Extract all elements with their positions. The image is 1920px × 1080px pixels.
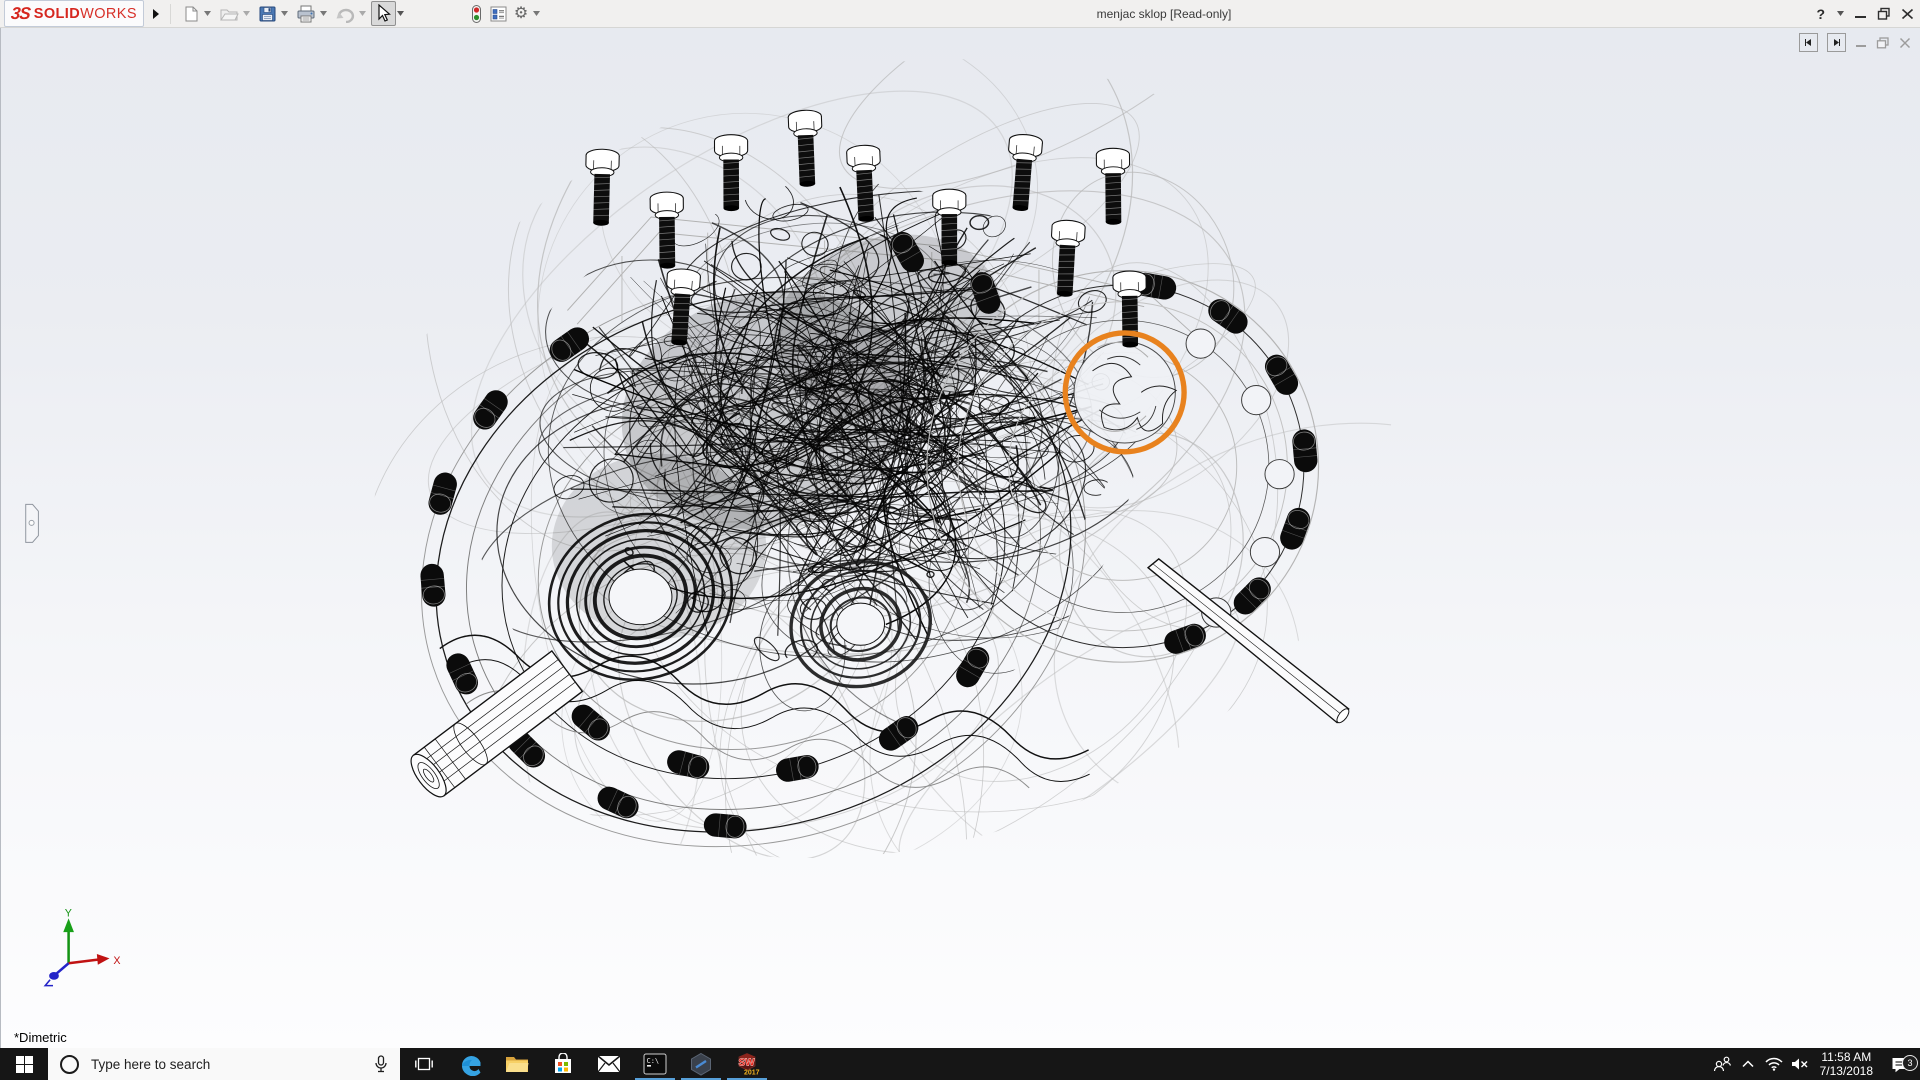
action-center-button[interactable]: 3 — [1880, 1056, 1920, 1073]
microphone-icon[interactable] — [374, 1055, 388, 1073]
left-triangle-icon — [1804, 38, 1813, 47]
taskbar-clock[interactable]: 11:58 AM 7/13/2018 — [1813, 1050, 1880, 1078]
caret-down-icon — [320, 11, 327, 16]
select-tool-button[interactable] — [371, 1, 396, 26]
doc-restore-button[interactable] — [1876, 37, 1890, 49]
undo-arrow-icon — [335, 5, 355, 23]
cad-model-wireframe: Y X — [1, 27, 1920, 1048]
svg-text:SW: SW — [739, 1058, 756, 1069]
caret-down-icon — [359, 11, 366, 16]
clock-date: 7/13/2018 — [1820, 1064, 1873, 1078]
caret-down-icon — [243, 11, 250, 16]
new-document-caret[interactable] — [203, 2, 213, 25]
volume-muted-icon[interactable] — [1787, 1057, 1813, 1071]
file-explorer-icon — [505, 1054, 529, 1074]
taskbar-search[interactable] — [48, 1048, 400, 1080]
task-view-button[interactable] — [400, 1048, 448, 1080]
start-button[interactable] — [0, 1048, 48, 1080]
settings-caret[interactable] — [531, 2, 541, 25]
orientation-triad: Y X — [45, 907, 120, 985]
open-button[interactable] — [216, 2, 242, 25]
right-triangle-icon — [1832, 38, 1841, 47]
doc-close-button[interactable] — [1899, 37, 1911, 49]
save-button[interactable] — [255, 2, 280, 25]
windows-logo-icon — [16, 1056, 33, 1073]
graphics-viewport[interactable]: Y X *Dimetric — [0, 27, 1920, 1048]
windows-taskbar: C:\ SW 2017 — [0, 1048, 1920, 1080]
taskbar-app-hexagon[interactable] — [678, 1048, 724, 1080]
minimize-button[interactable] — [1854, 8, 1867, 20]
titlebar: 3S SOLIDWORKS — [0, 0, 1920, 28]
logo-solid: SOLID — [34, 6, 80, 22]
tray-overflow-chevron[interactable] — [1735, 1060, 1761, 1068]
clock-time: 11:58 AM — [1820, 1050, 1873, 1064]
taskbar-app-solidworks[interactable]: SW 2017 — [724, 1048, 770, 1080]
help-caret-icon[interactable] — [1837, 11, 1844, 16]
solidworks-3s-mark: 3S — [10, 4, 31, 24]
caret-down-icon — [281, 11, 288, 16]
undo-caret[interactable] — [358, 2, 368, 25]
save-floppy-icon — [258, 5, 277, 23]
hexagon-app-icon — [689, 1052, 713, 1076]
caret-down-icon — [533, 11, 540, 16]
window-title: menjac sklop [Read-only] — [1097, 7, 1232, 21]
right-triangle-icon — [152, 8, 160, 20]
solidworks-logo[interactable]: 3S SOLIDWORKS — [4, 0, 144, 27]
view-orientation-label: *Dimetric — [14, 1030, 67, 1045]
axis-x-label: X — [113, 955, 120, 967]
options-list-button[interactable] — [486, 2, 511, 25]
cortana-icon — [60, 1055, 79, 1074]
options-list-icon — [489, 5, 508, 23]
logo-works: WORKS — [80, 6, 137, 22]
print-icon — [296, 5, 316, 23]
restore-button[interactable] — [1877, 7, 1891, 20]
select-caret[interactable] — [396, 2, 406, 25]
open-caret[interactable] — [242, 2, 252, 25]
notification-badge: 3 — [1902, 1055, 1918, 1071]
print-caret[interactable] — [319, 2, 329, 25]
solidworks-2017-icon: SW 2017 — [734, 1051, 760, 1077]
new-document-icon — [182, 5, 200, 23]
caret-down-icon — [204, 11, 211, 16]
edge-icon — [459, 1052, 483, 1076]
command-prompt-icon: C:\ — [643, 1053, 667, 1075]
settings-button[interactable]: ⚙ — [511, 2, 531, 25]
previous-document-button[interactable] — [1799, 33, 1818, 52]
doc-minimize-button[interactable] — [1855, 37, 1867, 49]
caret-down-icon — [397, 11, 404, 16]
help-button[interactable]: ? — [1814, 6, 1827, 22]
mail-icon — [597, 1055, 621, 1073]
taskbar-app-file-explorer[interactable] — [494, 1048, 540, 1080]
taskbar-app-edge[interactable] — [448, 1048, 494, 1080]
svg-text:C:\: C:\ — [647, 1057, 660, 1065]
people-tray-icon[interactable] — [1709, 1056, 1735, 1072]
task-view-icon — [415, 1056, 433, 1072]
new-document-button[interactable] — [179, 2, 203, 25]
select-cursor-icon — [375, 4, 392, 23]
microsoft-store-icon — [552, 1053, 574, 1075]
close-button[interactable] — [1901, 8, 1914, 20]
taskbar-app-store[interactable] — [540, 1048, 586, 1080]
open-folder-icon — [219, 5, 239, 23]
menu-flyout-arrow[interactable] — [147, 3, 165, 25]
print-button[interactable] — [293, 2, 319, 25]
panel-tab-dot — [29, 520, 34, 525]
axis-y-label: Y — [65, 907, 72, 919]
taskbar-app-command-prompt[interactable]: C:\ — [632, 1048, 678, 1080]
taskbar-app-mail[interactable] — [586, 1048, 632, 1080]
svg-text:2017: 2017 — [744, 1070, 760, 1077]
wifi-icon[interactable] — [1761, 1057, 1787, 1071]
traffic-light-icon — [470, 4, 483, 24]
search-input[interactable] — [89, 1056, 374, 1073]
rebuild-button[interactable] — [467, 2, 486, 25]
save-caret[interactable] — [280, 2, 290, 25]
gear-icon: ⚙ — [514, 6, 528, 22]
next-document-button[interactable] — [1827, 33, 1846, 52]
undo-button[interactable] — [332, 2, 358, 25]
